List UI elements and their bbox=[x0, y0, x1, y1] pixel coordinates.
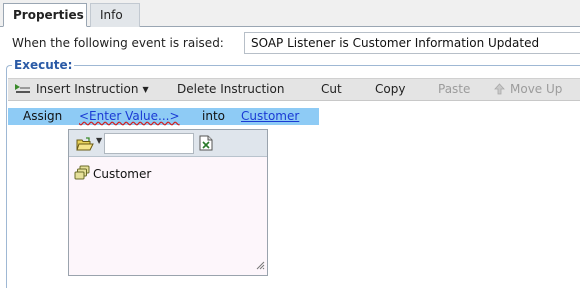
move-up-label: Move Up bbox=[510, 82, 563, 96]
open-folder-icon[interactable] bbox=[76, 137, 94, 154]
execute-legend: Execute: bbox=[12, 58, 75, 72]
cut-button[interactable]: Cut bbox=[321, 82, 342, 96]
chevron-down-icon[interactable]: ▼ bbox=[96, 136, 102, 145]
copy-button[interactable]: Copy bbox=[375, 82, 405, 96]
arrow-up-icon bbox=[494, 83, 505, 98]
tree-item-customer[interactable]: Customer bbox=[74, 165, 151, 184]
picker-toolbar: ▼ bbox=[69, 130, 267, 157]
picker-tree: Customer bbox=[69, 158, 267, 275]
tree-item-label: Customer bbox=[93, 167, 152, 181]
object-stack-icon bbox=[74, 165, 91, 184]
into-keyword: into bbox=[202, 109, 225, 123]
insert-instruction-label: Insert Instruction bbox=[36, 82, 139, 96]
assign-keyword: Assign bbox=[23, 109, 63, 123]
delete-instruction-button[interactable]: Delete Instruction bbox=[177, 82, 284, 96]
chevron-down-icon: ▼ bbox=[142, 85, 149, 94]
move-up-button[interactable]: Move Up bbox=[494, 82, 562, 98]
value-picker-popup: ▼ Customer bbox=[68, 129, 268, 276]
tab-info[interactable]: Info bbox=[90, 3, 140, 27]
event-field[interactable]: SOAP Listener is Customer Information Up… bbox=[244, 32, 580, 54]
insert-instruction-icon bbox=[15, 83, 31, 98]
picker-search-input[interactable] bbox=[104, 133, 194, 154]
enter-value-link[interactable]: <Enter Value...> bbox=[79, 109, 180, 123]
excel-icon[interactable] bbox=[199, 135, 213, 154]
event-label: When the following event is raised: bbox=[12, 36, 224, 50]
paste-button[interactable]: Paste bbox=[438, 82, 470, 96]
tab-strip: Properties Info bbox=[0, 0, 580, 27]
resize-grip-icon[interactable] bbox=[255, 259, 265, 273]
assign-instruction-row[interactable]: Assign <Enter Value...> into Customer bbox=[8, 108, 319, 125]
insert-instruction-button[interactable]: Insert Instruction ▼ bbox=[15, 82, 149, 98]
tab-properties[interactable]: Properties bbox=[3, 3, 87, 27]
instruction-toolbar: Insert Instruction ▼ Delete Instruction C… bbox=[8, 78, 580, 101]
assign-target-link[interactable]: Customer bbox=[241, 109, 299, 123]
